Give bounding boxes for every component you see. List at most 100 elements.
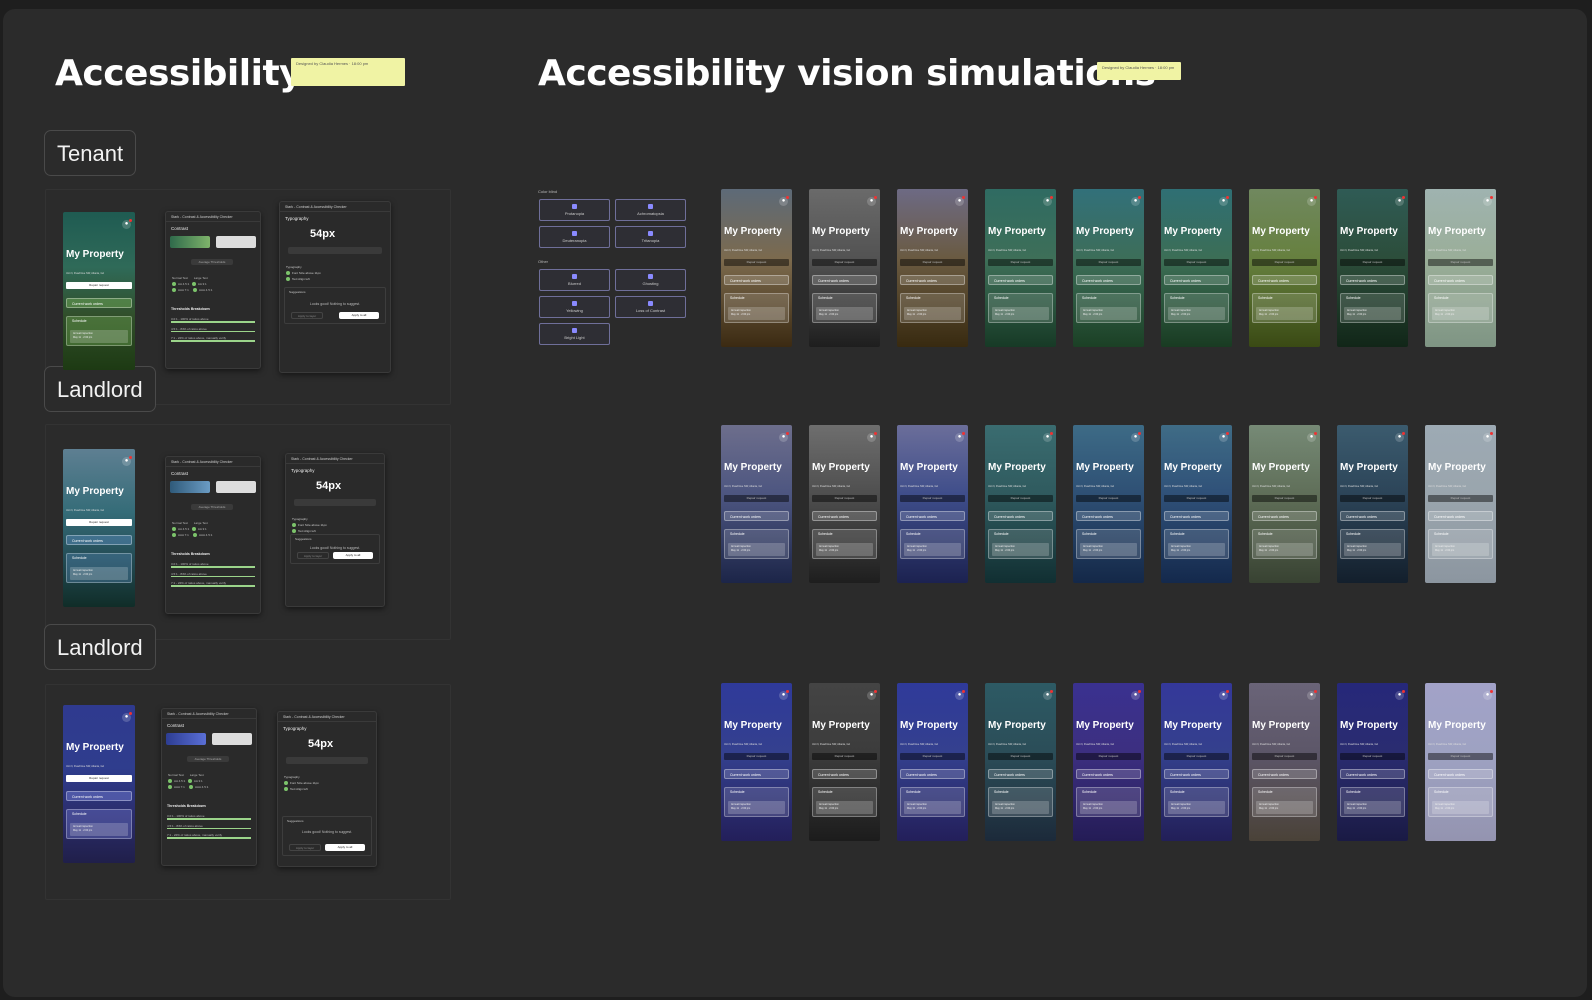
- simulated-phone[interactable]: ● My Property Unit 3, Peachtree NW, Atlant…: [897, 425, 968, 583]
- simulated-phone[interactable]: ● My Property Unit 3, Peachtree NW, Atlant…: [1073, 189, 1144, 347]
- repair-request-button[interactable]: Repair request: [900, 753, 965, 760]
- repair-request-button[interactable]: Repair request: [66, 775, 132, 782]
- schedule-card[interactable]: Schedule Annual inspection May 11 · 2:00 p…: [1164, 529, 1229, 559]
- fg-chip[interactable]: [170, 481, 211, 493]
- bell-icon[interactable]: ●: [1307, 690, 1317, 700]
- phone-mockup[interactable]: ● My Property Unit 3, Peachtree NW, Atla…: [63, 212, 135, 370]
- schedule-card[interactable]: Schedule Annual inspection May 11 · 2:00 p…: [1252, 293, 1317, 323]
- inspection-item[interactable]: Annual inspection May 11 · 2:00 pm: [1432, 801, 1489, 814]
- inspection-item[interactable]: Annual inspection May 11 · 2:00 pm: [1256, 307, 1313, 320]
- average-threshold-toggle[interactable]: Average Thresholds: [191, 504, 233, 510]
- inspection-item[interactable]: Annual inspection May 11 · 2:00 pm: [1256, 543, 1313, 556]
- inspection-item[interactable]: Annual inspection May 11 · 2:00 pm: [1080, 801, 1137, 814]
- repair-request-button[interactable]: Repair request: [1164, 753, 1229, 760]
- color-chips[interactable]: [170, 236, 256, 252]
- work-orders-row[interactable]: Current work orders: [1340, 769, 1405, 779]
- repair-request-button[interactable]: Repair request: [724, 495, 789, 502]
- schedule-card[interactable]: Schedule Annual inspection May 11 · 2:00 p…: [900, 787, 965, 817]
- simulated-phone[interactable]: ● My Property Unit 3, Peachtree NW, Atlant…: [721, 425, 792, 583]
- bell-icon[interactable]: ●: [1395, 432, 1405, 442]
- bell-icon[interactable]: ●: [1395, 196, 1405, 206]
- font-size-value[interactable]: 54px: [310, 228, 335, 240]
- inspection-item[interactable]: Annual inspection May 11 · 2:00 pm: [1432, 543, 1489, 556]
- bell-icon[interactable]: ●: [1131, 196, 1141, 206]
- bell-icon[interactable]: ●: [1483, 690, 1493, 700]
- work-orders-row[interactable]: Current work orders: [812, 769, 877, 779]
- work-orders-row[interactable]: Current work orders: [1164, 769, 1229, 779]
- inspection-item[interactable]: Annual inspection May 11 · 2:00 pm: [904, 543, 961, 556]
- repair-request-button[interactable]: Repair request: [66, 519, 132, 526]
- inspection-item[interactable]: Annual inspection May 11 · 2:00 pm: [1168, 801, 1225, 814]
- schedule-card[interactable]: Schedule Annual inspection May 11 · 2:00 p…: [988, 293, 1053, 323]
- yellowing-button[interactable]: Yellowing: [539, 296, 610, 318]
- schedule-card[interactable]: Schedule Annual inspection May 11 · 2:00 p…: [1428, 529, 1493, 559]
- bg-chip[interactable]: [215, 481, 256, 493]
- schedule-card[interactable]: Schedule Annual inspection May 11 · 2:00 p…: [1076, 787, 1141, 817]
- average-threshold-toggle[interactable]: Average Thresholds: [191, 259, 233, 265]
- bell-icon[interactable]: ●: [1043, 432, 1053, 442]
- contrast-panel[interactable]: Stark - Contrast & Accessibility Checker…: [165, 211, 261, 369]
- simulated-phone[interactable]: ● My Property Unit 3, Peachtree NW, Atlant…: [1161, 425, 1232, 583]
- contrast-panel[interactable]: Stark - Contrast & Accessibility Checker…: [161, 708, 257, 866]
- inspection-item[interactable]: Annual inspection May 11 · 2:00 pm: [1080, 307, 1137, 320]
- simulated-phone[interactable]: ● My Property Unit 3, Peachtree NW, Atlant…: [985, 425, 1056, 583]
- bell-icon[interactable]: ●: [1219, 432, 1229, 442]
- inspection-item[interactable]: Annual inspection May 11 · 2:00 pm: [992, 307, 1049, 320]
- font-size-value[interactable]: 54px: [316, 480, 341, 492]
- schedule-card[interactable]: Schedule Annual inspection May 11 · 2:00 …: [66, 809, 132, 839]
- repair-request-button[interactable]: Repair request: [988, 495, 1053, 502]
- font-size-value[interactable]: 54px: [308, 738, 333, 750]
- average-threshold-toggle[interactable]: Average Thresholds: [187, 756, 229, 762]
- repair-request-button[interactable]: Repair request: [988, 753, 1053, 760]
- schedule-card[interactable]: Schedule Annual inspection May 11 · 2:00 p…: [812, 529, 877, 559]
- apply-to-all-button[interactable]: Apply to all: [339, 312, 379, 319]
- repair-request-button[interactable]: Repair request: [900, 495, 965, 502]
- schedule-card[interactable]: Schedule Annual inspection May 11 · 2:00 p…: [1428, 293, 1493, 323]
- simulated-phone[interactable]: ● My Property Unit 3, Peachtree NW, Atlant…: [1161, 189, 1232, 347]
- bell-icon[interactable]: ●: [867, 432, 877, 442]
- repair-request-button[interactable]: Repair request: [1252, 753, 1317, 760]
- schedule-card[interactable]: Schedule Annual inspection May 11 · 2:00 p…: [724, 787, 789, 817]
- inspection-item[interactable]: Annual inspection May 11 · 2:00 pm: [992, 801, 1049, 814]
- simulated-phone[interactable]: ● My Property Unit 3, Peachtree NW, Atlant…: [1249, 189, 1320, 347]
- repair-request-button[interactable]: Repair request: [1076, 753, 1141, 760]
- repair-request-button[interactable]: Repair request: [1076, 495, 1141, 502]
- work-orders-row[interactable]: Current work orders: [66, 791, 132, 801]
- inspection-item[interactable]: Annual inspection May 11 · 2:00 pm: [816, 307, 873, 320]
- bell-icon[interactable]: ●: [955, 690, 965, 700]
- repair-request-button[interactable]: Repair request: [66, 282, 132, 289]
- work-orders-row[interactable]: Current work orders: [812, 511, 877, 521]
- simulated-phone[interactable]: ● My Property Unit 3, Peachtree NW, Atlant…: [1337, 425, 1408, 583]
- work-orders-row[interactable]: Current work orders: [1428, 511, 1493, 521]
- work-orders-row[interactable]: Current work orders: [900, 769, 965, 779]
- sticky-note-right[interactable]: Designed by Claudia Hermes · 18:00 pm: [1097, 62, 1181, 80]
- repair-request-button[interactable]: Repair request: [724, 259, 789, 266]
- schedule-card[interactable]: Schedule Annual inspection May 11 · 2:00 p…: [724, 529, 789, 559]
- repair-request-button[interactable]: Repair request: [1164, 259, 1229, 266]
- repair-request-button[interactable]: Repair request: [812, 495, 877, 502]
- inspection-item[interactable]: Annual inspection May 11 · 2:00 pm: [728, 543, 785, 556]
- tritanopia-button[interactable]: Tritanopia: [615, 226, 686, 248]
- contrast-panel[interactable]: Stark - Contrast & Accessibility Checker…: [165, 456, 261, 614]
- inspection-item[interactable]: Annual inspection May 11 · 2:00 pm: [1344, 307, 1401, 320]
- simulated-phone[interactable]: ● My Property Unit 3, Peachtree NW, Atlant…: [897, 189, 968, 347]
- schedule-card[interactable]: Schedule Annual inspection May 11 · 2:00 p…: [1252, 529, 1317, 559]
- work-orders-row[interactable]: Current work orders: [1340, 511, 1405, 521]
- repair-request-button[interactable]: Repair request: [1252, 259, 1317, 266]
- bg-chip[interactable]: [215, 236, 256, 248]
- bright-light-button[interactable]: Bright Light: [539, 323, 610, 345]
- work-orders-row[interactable]: Current work orders: [1428, 275, 1493, 285]
- bell-icon[interactable]: ●: [779, 690, 789, 700]
- bell-icon[interactable]: ●: [1131, 690, 1141, 700]
- design-canvas[interactable]: Accessibility Designed by Claudia Hermes…: [3, 9, 1587, 997]
- repair-request-button[interactable]: Repair request: [1164, 495, 1229, 502]
- simulated-phone[interactable]: ● My Property Unit 3, Peachtree NW, Atlant…: [1425, 189, 1496, 347]
- simulated-phone[interactable]: ● My Property Unit 3, Peachtree NW, Atlant…: [1337, 683, 1408, 841]
- bell-icon[interactable]: ●: [1043, 690, 1053, 700]
- simulated-phone[interactable]: ● My Property Unit 3, Peachtree NW, Atlant…: [897, 683, 968, 841]
- schedule-card[interactable]: Schedule Annual inspection May 11 · 2:00 p…: [1076, 529, 1141, 559]
- bell-icon[interactable]: ●: [1395, 690, 1405, 700]
- section-label-tenant[interactable]: Tenant: [44, 130, 137, 176]
- simulated-phone[interactable]: ● My Property Unit 3, Peachtree NW, Atlant…: [985, 683, 1056, 841]
- inspection-item[interactable]: Annual inspection May 11 · 2:00 pm: [1344, 801, 1401, 814]
